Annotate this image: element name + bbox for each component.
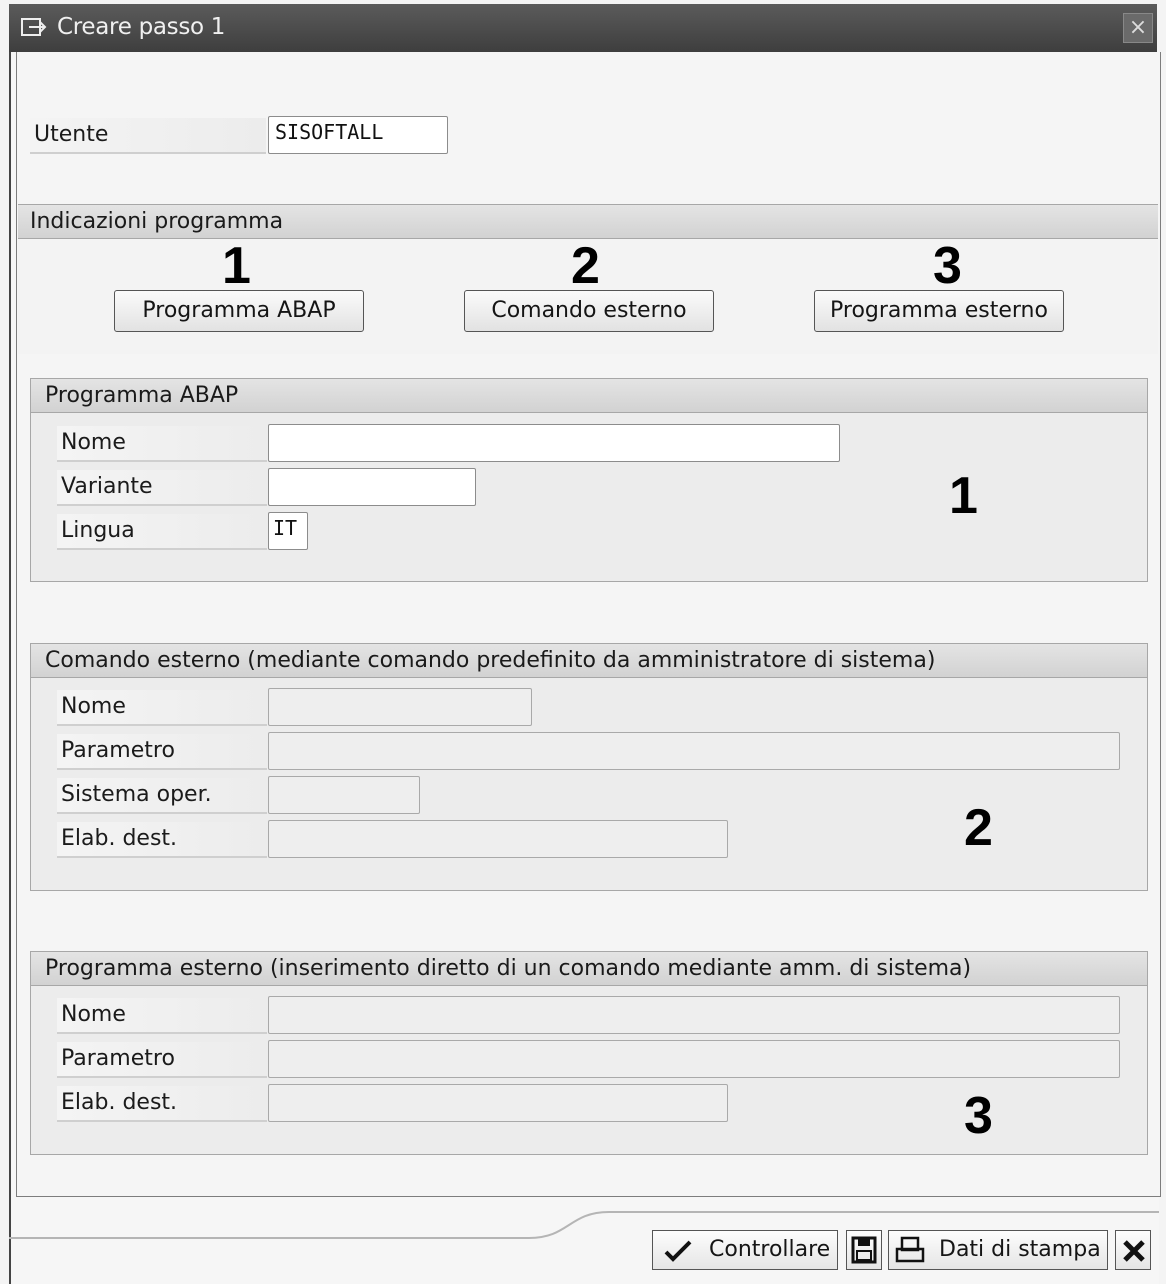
abap-variant-label: Variante — [57, 470, 267, 506]
user-label: Utente — [30, 118, 266, 154]
cmd-target-label: Elab. dest. — [57, 822, 267, 858]
window-close-button[interactable]: × — [1123, 13, 1153, 43]
abap-language-label: Lingua — [57, 514, 267, 550]
abap-group-title: Programma ABAP — [31, 379, 1147, 413]
print-data-button[interactable]: Dati di stampa — [888, 1230, 1108, 1270]
check-button[interactable]: Controllare — [652, 1230, 838, 1270]
user-field[interactable]: SISOFTALL — [268, 116, 448, 154]
prog-name-label: Nome — [57, 998, 267, 1034]
marker-3: 3 — [933, 237, 962, 295]
abap-group-marker: 1 — [949, 467, 978, 525]
window-title: Creare passo 1 — [57, 14, 226, 40]
check-button-label: Controllare — [709, 1237, 831, 1262]
checkmark-icon — [664, 1240, 692, 1262]
save-icon — [851, 1236, 877, 1264]
edit-window-icon — [21, 18, 47, 36]
external-command-button[interactable]: Comando esterno — [464, 290, 714, 332]
external-command-title: Comando esterno (mediante comando predef… — [31, 644, 1147, 678]
marker-1: 1 — [222, 237, 251, 295]
title-bar: Creare passo 1 × — [9, 4, 1157, 52]
external-program-marker: 3 — [964, 1087, 993, 1145]
external-command-marker: 2 — [964, 799, 993, 857]
cancel-button[interactable] — [1115, 1230, 1151, 1270]
external-program-title: Programma esterno (inserimento diretto d… — [31, 952, 1147, 986]
print-data-label: Dati di stampa — [939, 1237, 1101, 1262]
cmd-name-label: Nome — [57, 690, 267, 726]
cmd-target-input[interactable] — [268, 820, 728, 858]
cmd-name-input[interactable] — [268, 688, 532, 726]
program-info-title: Indicazioni programma — [18, 205, 1158, 239]
abap-name-label: Nome — [57, 426, 267, 462]
cmd-os-label: Sistema oper. — [57, 778, 267, 814]
cmd-parameter-input[interactable] — [268, 732, 1120, 770]
print-icon — [895, 1236, 925, 1263]
external-program-button[interactable]: Programma esterno — [814, 290, 1064, 332]
prog-target-input[interactable] — [268, 1084, 728, 1122]
save-button[interactable] — [846, 1230, 882, 1270]
marker-2: 2 — [571, 237, 600, 295]
cmd-os-input[interactable] — [268, 776, 420, 814]
abap-program-button[interactable]: Programma ABAP — [114, 290, 364, 332]
cmd-parameter-label: Parametro — [57, 734, 267, 770]
close-icon — [1123, 1240, 1145, 1262]
prog-target-label: Elab. dest. — [57, 1086, 267, 1122]
abap-variant-input[interactable] — [268, 468, 476, 506]
prog-name-input[interactable] — [268, 996, 1120, 1034]
prog-parameter-input[interactable] — [268, 1040, 1120, 1078]
prog-parameter-label: Parametro — [57, 1042, 267, 1078]
abap-language-input[interactable]: IT — [268, 512, 308, 550]
abap-name-input[interactable] — [268, 424, 840, 462]
